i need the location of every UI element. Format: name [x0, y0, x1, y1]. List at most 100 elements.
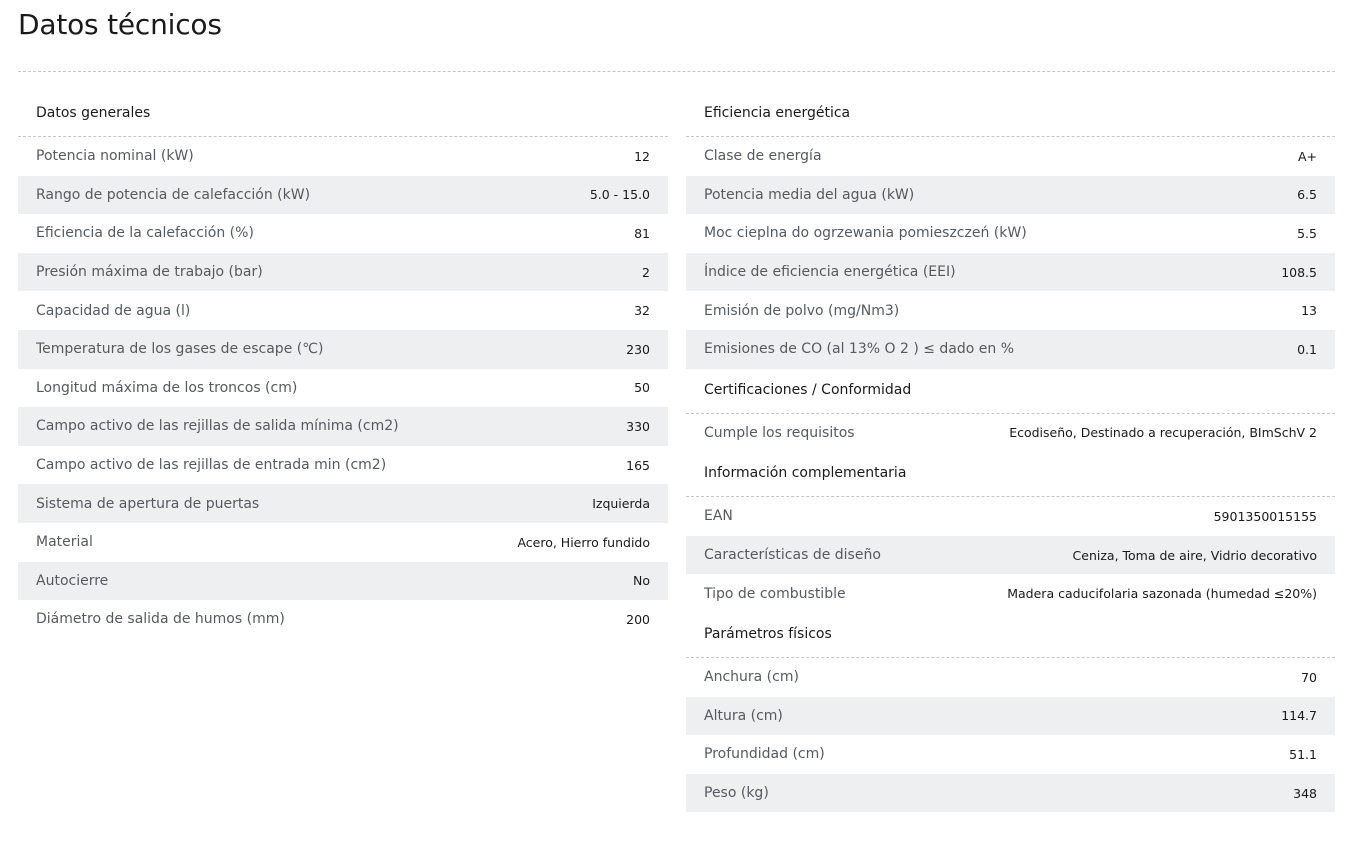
spec-row: Cumple los requisitos Ecodiseño, Destinad… — [686, 413, 1335, 453]
spec-value: 50 — [634, 380, 650, 396]
spec-row: Eficiencia de la calefacción (%) 81 — [18, 214, 668, 253]
specs-column-right: Eficiencia energética Clase de energía A+… — [686, 92, 1335, 813]
spec-label: Eficiencia de la calefacción (%) — [36, 225, 254, 242]
page-title: Datos técnicos — [18, 8, 222, 41]
specs-column-left: Datos generales Potencia nominal (kW) 12 … — [18, 92, 668, 639]
spec-label: Capacidad de agua (l) — [36, 302, 191, 319]
spec-row: Peso (kg) 348 — [686, 773, 1335, 813]
section-energy-efficiency: Eficiencia energética Clase de energía A+… — [686, 92, 1335, 369]
spec-label: Material — [36, 534, 93, 551]
spec-value: 70 — [1301, 669, 1317, 685]
spec-row: Índice de eficiencia energética (EEI) 108… — [686, 252, 1335, 292]
spec-value: 200 — [626, 611, 650, 627]
spec-row: Anchura (cm) 70 — [686, 657, 1335, 697]
spec-label: Profundidad (cm) — [704, 746, 825, 763]
spec-value: Izquierda — [592, 496, 650, 512]
spec-label: Longitud máxima de los troncos (cm) — [36, 379, 298, 396]
spec-label: Tipo de combustible — [704, 585, 846, 602]
spec-row: Altura (cm) 114.7 — [686, 696, 1335, 736]
spec-row: Potencia nominal (kW) 12 — [18, 137, 668, 176]
spec-label: Temperatura de los gases de escape (℃) — [36, 341, 324, 358]
spec-value: 81 — [634, 225, 650, 241]
spec-row: Campo activo de las rejillas de entrada … — [18, 445, 668, 485]
spec-label: Peso (kg) — [704, 785, 769, 802]
section-title: Parámetros físicos — [686, 613, 1335, 658]
spec-value: 5.5 — [1297, 225, 1317, 241]
spec-value: Madera caducifolaria sazonada (humedad ≤… — [1007, 586, 1317, 602]
spec-row: Tipo de combustible Madera caducifolaria … — [686, 574, 1335, 613]
spec-row: Clase de energía A+ — [686, 137, 1335, 176]
spec-row: Moc cieplna do ogrzewania pomieszczeń (k… — [686, 214, 1335, 253]
spec-label: Diámetro de salida de humos (mm) — [36, 611, 285, 628]
spec-value: 2 — [642, 264, 650, 280]
spec-row: Emisiones de CO (al 13% O 2 ) ≤ dado en … — [686, 329, 1335, 369]
spec-value: 0.1 — [1297, 341, 1317, 357]
spec-table: Anchura (cm) 70 Altura (cm) 114.7 Profundi… — [686, 657, 1335, 813]
spec-value: Ceniza, Toma de aire, Vidrio decorativo — [1072, 547, 1317, 563]
spec-row: Presión máxima de trabajo (bar) 2 — [18, 252, 668, 292]
spec-value: 165 — [626, 457, 650, 473]
spec-label: Altura (cm) — [704, 707, 783, 724]
spec-label: Características de diseño — [704, 547, 881, 564]
spec-value: 13 — [1301, 303, 1317, 319]
spec-row: Características de diseño Ceniza, Toma de… — [686, 535, 1335, 575]
spec-value: 114.7 — [1281, 708, 1317, 724]
spec-row: Emisión de polvo (mg/Nm3) 13 — [686, 291, 1335, 330]
spec-table: EAN 5901350015155 Características de dise… — [686, 497, 1335, 613]
section-certifications: Certificaciones / Conformidad Cumple los… — [686, 369, 1335, 453]
spec-value: 5901350015155 — [1213, 508, 1317, 524]
spec-label: Moc cieplna do ogrzewania pomieszczeń (k… — [704, 225, 1027, 242]
spec-label: Campo activo de las rejillas de entrada … — [36, 457, 387, 474]
spec-label: Cumple los requisitos — [704, 424, 855, 441]
spec-row: Diámetro de salida de humos (mm) 200 — [18, 600, 668, 639]
spec-label: Autocierre — [36, 572, 109, 589]
section-title: Eficiencia energética — [686, 92, 1335, 137]
spec-table: Cumple los requisitos Ecodiseño, Destinad… — [686, 413, 1335, 453]
spec-row: EAN 5901350015155 — [686, 497, 1335, 536]
section-title: Información complementaria — [686, 452, 1335, 498]
section-general-data: Datos generales Potencia nominal (kW) 12 … — [18, 92, 668, 639]
spec-value: 12 — [634, 148, 650, 164]
spec-row: Material Acero, Hierro fundido — [18, 522, 668, 562]
spec-value: 32 — [634, 303, 650, 319]
spec-label: Rango de potencia de calefacción (kW) — [36, 186, 311, 203]
spec-value: 108.5 — [1281, 264, 1317, 280]
spec-value: 5.0 - 15.0 — [589, 187, 650, 203]
spec-value: No — [633, 573, 650, 589]
spec-value: A+ — [1297, 148, 1317, 164]
spec-row: Rango de potencia de calefacción (kW) 5.0… — [18, 175, 668, 215]
spec-value: 51.1 — [1289, 746, 1317, 762]
section-physical-parameters: Parámetros físicos Anchura (cm) 70 Altura… — [686, 613, 1335, 813]
spec-value: Ecodiseño, Destinado a recuperación, BIm… — [1009, 425, 1317, 441]
spec-value: 230 — [626, 341, 650, 357]
spec-label: Anchura (cm) — [704, 669, 799, 686]
spec-value: 330 — [626, 418, 650, 434]
section-additional-info: Información complementaria EAN 5901350015… — [686, 452, 1335, 613]
spec-table: Clase de energía A+ Potencia media del ag… — [686, 137, 1335, 369]
spec-label: EAN — [704, 508, 733, 525]
spec-row: Sistema de apertura de puertas Izquierda — [18, 484, 668, 523]
spec-row: Longitud máxima de los troncos (cm) 50 — [18, 368, 668, 408]
spec-label: Emisiones de CO (al 13% O 2 ) ≤ dado en … — [704, 341, 1015, 358]
spec-row: Autocierre No — [18, 561, 668, 601]
spec-label: Presión máxima de trabajo (bar) — [36, 264, 263, 281]
spec-label: Potencia nominal (kW) — [36, 148, 194, 165]
spec-row: Capacidad de agua (l) 32 — [18, 291, 668, 330]
section-title: Datos generales — [18, 92, 668, 137]
spec-table: Potencia nominal (kW) 12 Rango de potenci… — [18, 137, 668, 639]
spec-value: Acero, Hierro fundido — [517, 534, 650, 550]
spec-row: Campo activo de las rejillas de salida m… — [18, 407, 668, 446]
spec-label: Índice de eficiencia energética (EEI) — [704, 264, 956, 281]
spec-row: Profundidad (cm) 51.1 — [686, 735, 1335, 774]
title-divider — [18, 71, 1335, 72]
section-title: Certificaciones / Conformidad — [686, 369, 1335, 414]
spec-value: 348 — [1293, 785, 1317, 801]
spec-value: 6.5 — [1297, 187, 1317, 203]
spec-label: Sistema de apertura de puertas — [36, 495, 260, 512]
spec-row: Potencia media del agua (kW) 6.5 — [686, 175, 1335, 215]
spec-label: Clase de energía — [704, 148, 822, 165]
spec-label: Campo activo de las rejillas de salida m… — [36, 418, 399, 435]
spec-label: Emisión de polvo (mg/Nm3) — [704, 302, 900, 319]
spec-label: Potencia media del agua (kW) — [704, 186, 915, 203]
spec-row: Temperatura de los gases de escape (℃) 23… — [18, 329, 668, 369]
